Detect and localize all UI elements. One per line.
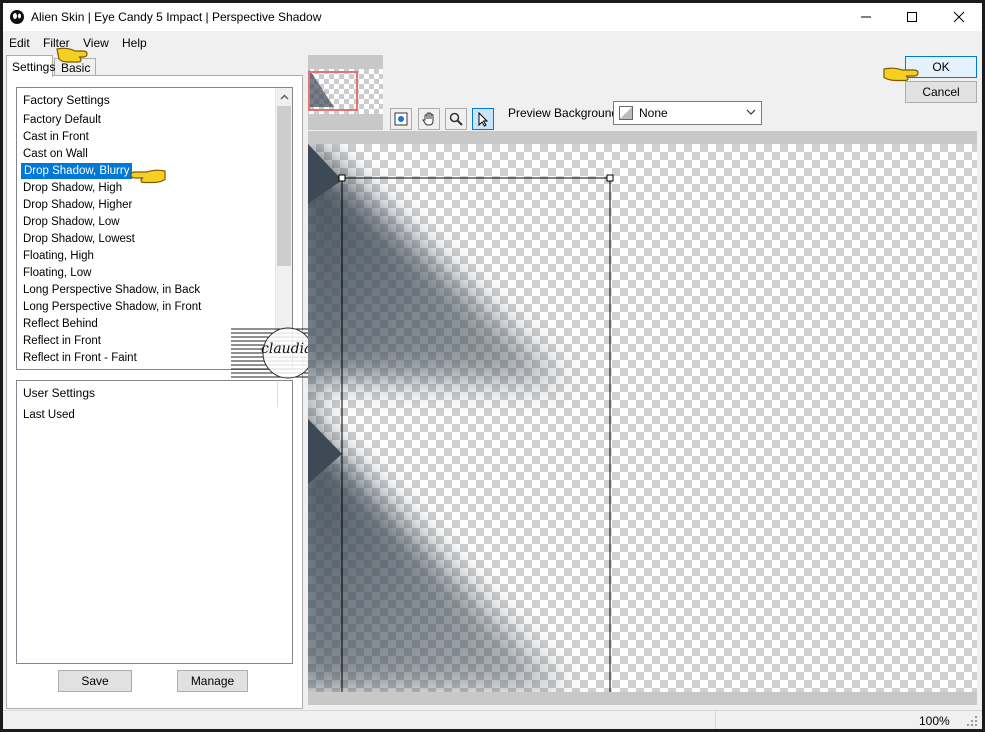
- list-item[interactable]: Drop Shadow, Lowest: [23, 231, 137, 247]
- resize-grip-icon[interactable]: [965, 714, 979, 728]
- minimize-icon: [861, 16, 871, 18]
- thumbnail-view-frame[interactable]: [308, 71, 358, 111]
- watermark-text: claudia: [261, 341, 313, 357]
- chevron-up-icon: [279, 93, 289, 100]
- pointing-hand-icon: [883, 67, 919, 82]
- preview-background-label: Preview Background:: [508, 106, 622, 120]
- close-icon: [953, 11, 965, 23]
- pointing-hand-icon: [130, 169, 166, 184]
- menu-help[interactable]: Help: [122, 36, 147, 50]
- scroll-up-button[interactable]: [276, 88, 292, 105]
- select-tool[interactable]: [472, 108, 494, 130]
- eye-candy-window: Alien Skin | Eye Candy 5 Impact | Perspe…: [3, 3, 982, 729]
- cancel-button[interactable]: Cancel: [905, 81, 977, 103]
- list-item[interactable]: Drop Shadow, Low: [23, 214, 122, 230]
- list-item[interactable]: Reflect in Front: [23, 333, 103, 349]
- list-item[interactable]: Floating, High: [23, 248, 96, 264]
- chevron-down-icon: [746, 109, 756, 115]
- scroll-thumb[interactable]: [277, 106, 291, 266]
- list-item[interactable]: Cast on Wall: [23, 146, 90, 162]
- status-bar: 100%: [3, 710, 982, 729]
- list-item[interactable]: Cast in Front: [23, 129, 91, 145]
- list-item[interactable]: Reflect in Front - Faint: [23, 350, 139, 366]
- preview-background-select[interactable]: None: [613, 101, 762, 125]
- save-button[interactable]: Save: [58, 670, 132, 692]
- zoom-tool[interactable]: [445, 108, 467, 130]
- hand-tool[interactable]: [418, 108, 440, 130]
- list-item[interactable]: Last Used: [23, 407, 77, 423]
- pointing-hand-icon: [56, 47, 88, 63]
- close-button[interactable]: [936, 3, 982, 31]
- preview-canvas[interactable]: [308, 131, 977, 705]
- window-title: Alien Skin | Eye Candy 5 Impact | Perspe…: [31, 10, 322, 24]
- list-item[interactable]: Long Perspective Shadow, in Back: [23, 282, 202, 298]
- zoom-icon: [449, 112, 463, 126]
- title-bar: Alien Skin | Eye Candy 5 Impact | Perspe…: [3, 3, 982, 31]
- user-settings-header: User Settings: [23, 386, 96, 400]
- list-item[interactable]: Floating, Low: [23, 265, 93, 281]
- list-item[interactable]: Drop Shadow, High: [23, 180, 124, 196]
- tab-settings[interactable]: Settings: [6, 55, 56, 77]
- hand-icon: [422, 112, 434, 126]
- list-item[interactable]: Long Perspective Shadow, in Front: [23, 299, 203, 315]
- app-icon: [10, 10, 24, 24]
- arrow-pointer-icon: [478, 111, 489, 127]
- manage-button[interactable]: Manage: [177, 670, 248, 692]
- shadow-preview-render: [308, 144, 614, 692]
- navigator-tool[interactable]: [390, 108, 412, 130]
- column-divider: [277, 381, 278, 407]
- background-swatch: [619, 106, 633, 120]
- list-item[interactable]: Reflect Behind: [23, 316, 100, 332]
- minimize-button[interactable]: [843, 3, 889, 31]
- status-cell: [715, 711, 916, 729]
- list-item-selected[interactable]: Drop Shadow, Blurry: [21, 163, 133, 179]
- list-item[interactable]: Drop Shadow, Higher: [23, 197, 134, 213]
- factory-settings-header: Factory Settings: [23, 93, 110, 107]
- maximize-button[interactable]: [889, 3, 935, 31]
- maximize-icon: [907, 12, 917, 22]
- list-item[interactable]: Factory Default: [23, 112, 103, 128]
- user-settings-list[interactable]: User Settings Last Used: [16, 380, 293, 664]
- navigator-icon: [394, 112, 408, 126]
- zoom-level: 100%: [919, 714, 950, 728]
- tab-settings-label: Settings: [12, 60, 56, 74]
- menu-edit[interactable]: Edit: [9, 36, 30, 50]
- preview-background-value: None: [639, 106, 668, 120]
